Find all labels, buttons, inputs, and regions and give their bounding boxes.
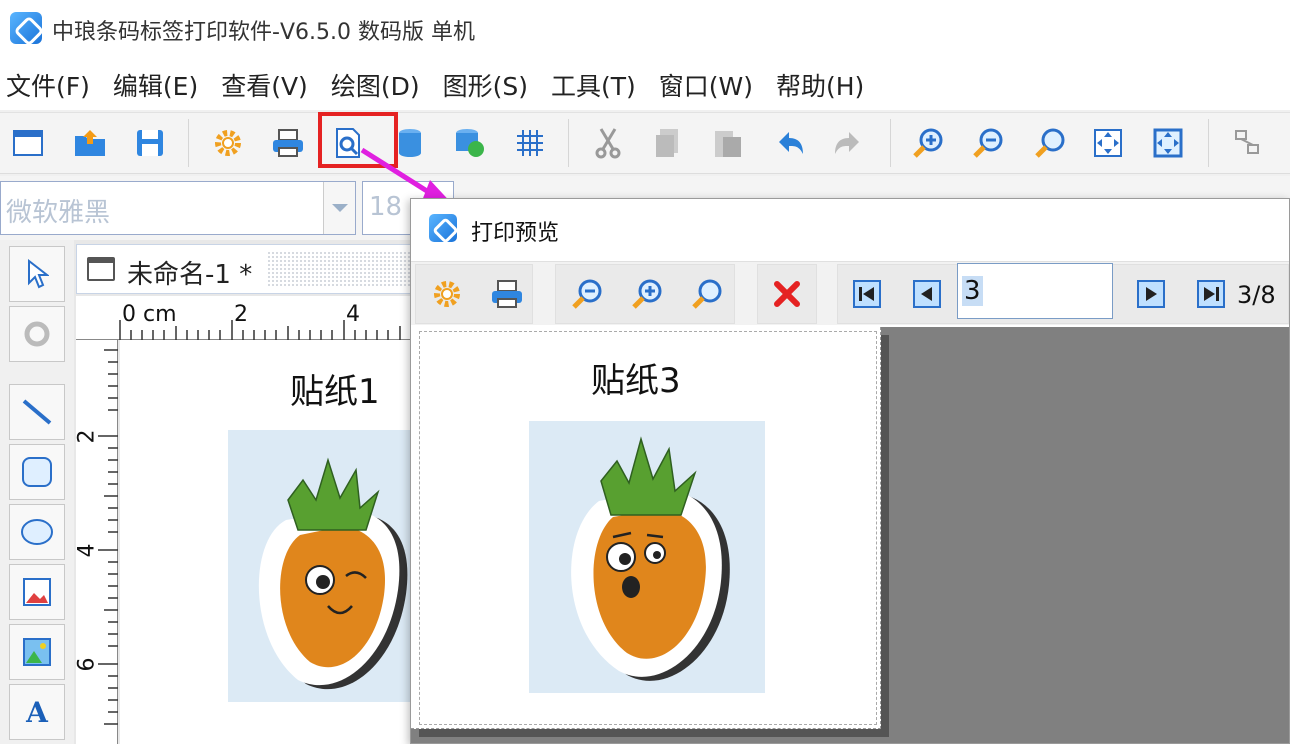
main-toolbar [0,112,1290,174]
preview-sticker-title: 贴纸3 [591,361,681,401]
preview-area: 贴纸3 [411,327,1289,743]
vruler-tick-4: 4 [74,543,100,558]
app-logo-icon [10,12,42,44]
layout-icon[interactable] [1226,121,1270,165]
preview-zoom-in-icon[interactable] [625,272,669,316]
menu-help[interactable]: 帮助(H) [776,67,864,103]
settings-gear-icon[interactable] [206,121,250,165]
carrot-surprised-image [529,421,765,693]
horizontal-ruler: 0 cm 2 4 [76,296,412,340]
next-page-icon[interactable] [1129,272,1173,316]
vertical-ruler: 2 4 6 [74,340,118,744]
preview-logo-icon [429,214,457,242]
preview-zoom-out-icon[interactable] [565,272,609,316]
menu-file[interactable]: 文件(F) [6,67,90,103]
chevron-down-icon[interactable] [323,182,355,234]
font-family-select[interactable]: 微软雅黑 [0,181,356,235]
select-arrow-icon[interactable] [9,246,65,302]
menu-draw[interactable]: 绘图(D) [331,67,420,103]
preview-zoom-actual-icon[interactable] [685,272,729,316]
undo-icon[interactable] [768,121,812,165]
redo-icon[interactable] [826,121,870,165]
menu-view[interactable]: 查看(V) [221,67,308,103]
ruler-tick-4: 4 [346,302,360,327]
grid-icon[interactable] [508,121,552,165]
menu-bar: 文件(F) 编辑(E) 查看(V) 绘图(D) 图形(S) 工具(T) 窗口(W… [0,60,1290,110]
label-paper: 贴纸1 [120,340,414,744]
print-preview-window: 打印预览 3 3/8 贴纸3 [410,198,1290,744]
preview-print-icon[interactable] [485,272,529,316]
picture-tool-icon[interactable] [9,624,65,680]
preview-close-icon[interactable] [765,272,809,316]
title-bar: 中琅条码标签打印软件-V6.5.0 数码版 单机 [0,0,1290,60]
preview-toolbar [411,261,1289,325]
rectangle-tool-icon[interactable] [9,444,65,500]
carrot-winking-image [228,430,414,702]
open-folder-icon[interactable] [68,121,112,165]
preview-title: 打印预览 [471,221,560,246]
menu-window[interactable]: 窗口(W) [659,67,753,103]
zoom-out-icon[interactable] [966,121,1010,165]
copy-icon[interactable] [646,121,690,165]
vruler-tick-6: 6 [74,657,100,672]
menu-shape[interactable]: 图形(S) [443,67,528,103]
previous-page-icon[interactable] [905,272,949,316]
sticker-title: 贴纸1 [290,372,380,412]
paste-icon[interactable] [706,121,750,165]
image-tool-icon[interactable] [9,564,65,620]
cut-icon[interactable] [586,121,630,165]
document-tab-label: 未命名-1 * [127,260,253,290]
document-tab[interactable]: 未命名-1 * [76,244,412,294]
fit-page-icon[interactable] [1086,121,1130,165]
line-tool-icon[interactable] [9,384,65,440]
rotate-icon[interactable] [9,306,65,362]
ruler-tick-2: 2 [234,302,248,327]
zoom-in-icon[interactable] [906,121,950,165]
first-page-icon[interactable] [845,272,889,316]
page-number-input[interactable]: 3 [957,263,1113,319]
save-icon[interactable] [128,121,172,165]
new-document-icon[interactable] [6,121,50,165]
document-window-icon [87,257,115,281]
text-tool-icon[interactable]: A [9,684,65,740]
preview-settings-icon[interactable] [425,272,469,316]
ellipse-tool-icon[interactable] [9,504,65,560]
menu-edit[interactable]: 编辑(E) [113,67,198,103]
page-count: 3/8 [1237,281,1276,309]
menu-tools[interactable]: 工具(T) [551,67,636,103]
fit-width-icon[interactable] [1146,121,1190,165]
ruler-origin-label: 0 cm [122,302,177,327]
font-family-value: 微软雅黑 [6,198,111,228]
vruler-tick-2: 2 [74,429,100,444]
zoom-actual-icon[interactable] [1028,121,1072,165]
page-number-value: 3 [962,276,983,306]
last-page-icon[interactable] [1189,272,1233,316]
preview-page: 贴纸3 [411,327,881,729]
tool-palette: A [0,240,72,744]
window-title: 中琅条码标签打印软件-V6.5.0 数码版 单机 [52,20,475,45]
print-icon[interactable] [266,121,310,165]
